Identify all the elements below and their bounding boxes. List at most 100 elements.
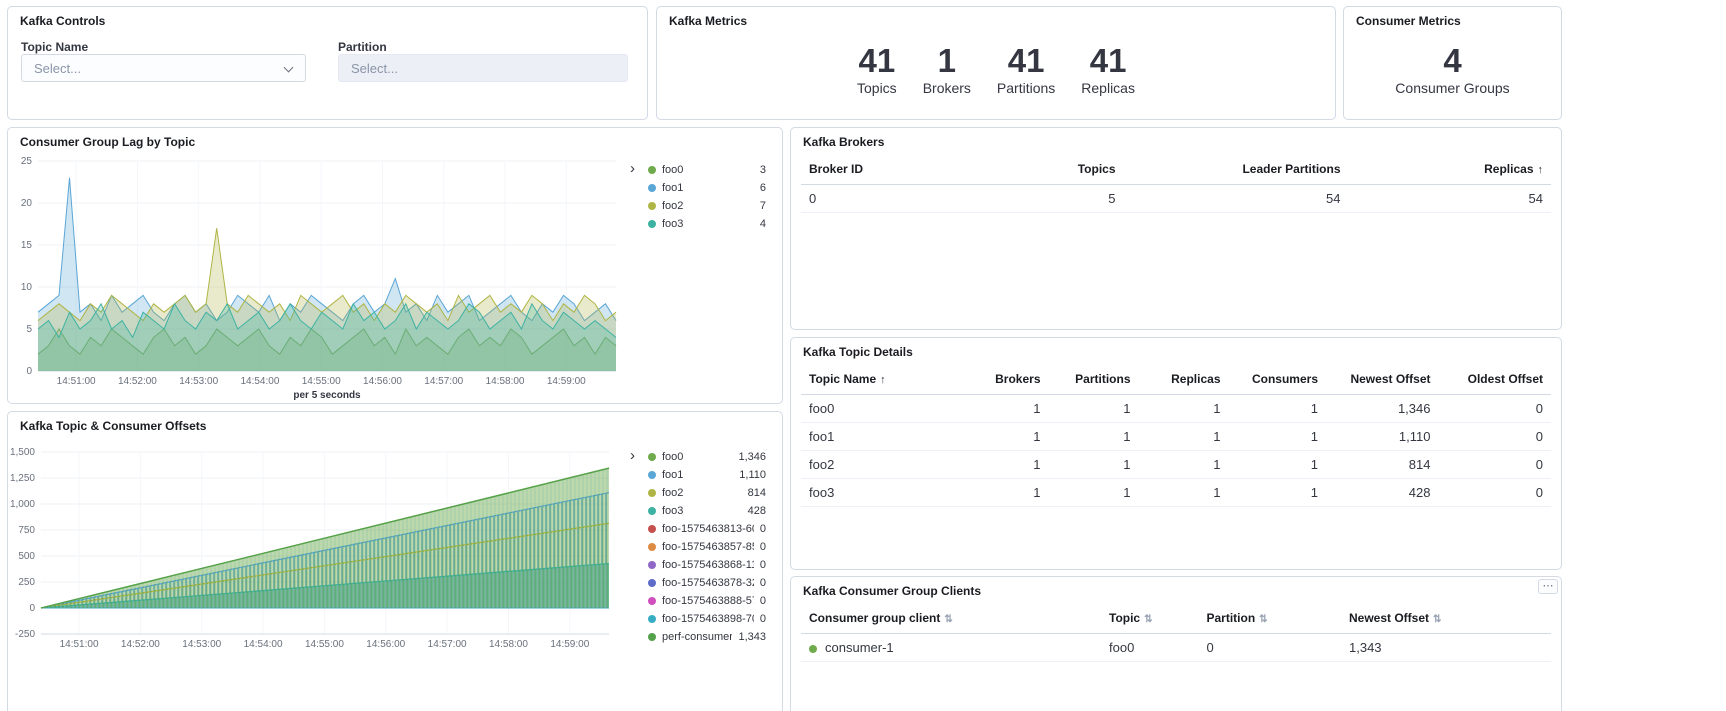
legend-item[interactable]: foo27 [648, 197, 766, 215]
table-cell: 1 [1139, 423, 1229, 451]
table-cell: foo1 [801, 423, 966, 451]
offsets-chart-panel: Kafka Topic & Consumer Offsets -25002505… [7, 411, 783, 711]
metric-item: 41Replicas [1081, 44, 1135, 97]
table-cell: foo3 [801, 479, 966, 507]
legend-series-value: 1,110 [739, 469, 766, 481]
legend-series-name: foo3 [662, 505, 742, 517]
topic-name-select[interactable]: Select... [21, 54, 306, 82]
lag-chart-canvas: 051015202514:51:0014:52:0014:53:0014:54:… [8, 128, 628, 404]
legend-series-value: 428 [748, 505, 766, 517]
legend-item[interactable]: foo-1575463857-85... 0 [648, 538, 766, 556]
column-header[interactable]: Consumer group client⇅ [801, 603, 1101, 634]
legend-series-value: 0 [760, 541, 766, 553]
legend-item[interactable]: foo34 [648, 215, 766, 233]
column-header[interactable]: Oldest Offset [1439, 364, 1552, 395]
y-tick-label: 0 [26, 366, 32, 377]
x-tick-label: 14:53:00 [182, 639, 221, 650]
legend-item[interactable]: foo-1575463888-57...0 [648, 592, 766, 610]
legend-item[interactable]: foo11,110 [648, 466, 766, 484]
consumer-metrics-panel: Consumer Metrics 4Consumer Groups [1343, 6, 1562, 120]
table-cell: 0 [1199, 634, 1342, 662]
partition-select[interactable]: Select... [338, 54, 628, 82]
column-header[interactable]: Newest Offset [1326, 364, 1439, 395]
legend-series-value: 4 [760, 218, 766, 230]
legend-series-name: perf-consumer-... [662, 631, 732, 643]
x-tick-label: 14:52:00 [121, 639, 160, 650]
x-tick-label: 14:54:00 [244, 639, 283, 650]
column-header[interactable]: Broker ID [801, 154, 1026, 185]
legend-item[interactable]: foo16 [648, 179, 766, 197]
kafka-metrics-panel: Kafka Metrics 41Topics1Brokers41Partitio… [656, 6, 1336, 120]
column-header-label: Topic [1109, 611, 1140, 625]
column-header-label: Replicas [1171, 372, 1220, 386]
table-row: 055454 [801, 185, 1551, 213]
column-header[interactable]: Newest Offset⇅ [1341, 603, 1551, 634]
topic-details-table: Topic Name ↑ BrokersPartitions Replicas Cons… [801, 364, 1551, 507]
table-cell: foo0 [801, 395, 966, 423]
column-header[interactable]: Topic Name ↑ [801, 364, 966, 395]
table-cell: 0 [1439, 479, 1552, 507]
column-header[interactable]: Topics [1026, 154, 1124, 185]
column-header[interactable]: Replicas↑ [1349, 154, 1552, 185]
table-cell: 1 [1139, 395, 1229, 423]
x-tick-label: 14:52:00 [118, 376, 157, 387]
legend-dot-icon [648, 561, 656, 569]
x-tick-label: 14:57:00 [424, 376, 463, 387]
legend-item[interactable]: foo-1575463868-116...0 [648, 556, 766, 574]
legend-item[interactable]: foo03 [648, 161, 766, 179]
legend-dot-icon [648, 507, 656, 515]
legend-dot-icon [648, 184, 656, 192]
column-header[interactable]: Leader Partitions [1124, 154, 1349, 185]
sort-icon: ⇅ [1433, 614, 1441, 625]
column-header[interactable]: Brokers [966, 364, 1049, 395]
legend-series-value: 1,346 [738, 451, 766, 463]
x-tick-label: 14:55:00 [305, 639, 344, 650]
legend-series-name: foo-1575463857-85... [662, 541, 754, 553]
legend-item[interactable]: foo-1575463898-70...0 [648, 610, 766, 628]
table-row: foo111111,1100 [801, 423, 1551, 451]
consumer-clients-table: Consumer group client⇅Topic⇅Partition⇅Ne… [801, 603, 1551, 662]
column-header[interactable]: Replicas [1139, 364, 1229, 395]
select-placeholder: Select... [34, 61, 81, 76]
column-header[interactable]: Partition⇅ [1199, 603, 1342, 634]
panel-options-button[interactable]: ⋯ [1538, 579, 1558, 594]
sort-icon: ⇅ [1259, 614, 1267, 625]
legend-item[interactable]: foo2814 [648, 484, 766, 502]
metric-value: 41 [857, 44, 897, 79]
column-header[interactable]: Partitions [1049, 364, 1139, 395]
x-tick-label: 14:51:00 [60, 639, 99, 650]
table-row: foo311114280 [801, 479, 1551, 507]
legend-dot-icon [648, 202, 656, 210]
sort-asc-icon: ↑ [880, 374, 886, 386]
kafka-metrics-group: 41Topics1Brokers41Partitions41Replicas [657, 21, 1335, 119]
offsets-chart-canvas: -25002505007501,0001,2501,50014:51:0014:… [8, 412, 628, 658]
column-header-label: Topic Name [809, 372, 876, 386]
kafka-brokers-panel: Kafka Brokers Broker IDTopicsLeader Part… [790, 127, 1562, 330]
legend-item[interactable]: foo3 428 [648, 502, 766, 520]
metric-value: 41 [1081, 44, 1135, 79]
legend-dot-icon [648, 453, 656, 461]
legend-item[interactable]: foo01,346 [648, 448, 766, 466]
partition-label: Partition [338, 40, 387, 54]
legend-expand-icon[interactable]: › [630, 162, 635, 176]
topic-details-table-wrap: Topic Name ↑ BrokersPartitions Replicas Cons… [801, 364, 1551, 507]
metric-value: 4 [1395, 44, 1509, 79]
table-cell: 54 [1124, 185, 1349, 213]
column-header[interactable]: Consumers [1229, 364, 1327, 395]
legend-series-name: foo-1575463878-32... [662, 577, 754, 589]
column-header[interactable]: Topic⇅ [1101, 603, 1199, 634]
legend-expand-icon[interactable]: › [630, 449, 635, 463]
table-cell: 0 [1439, 451, 1552, 479]
legend-dot-icon [648, 471, 656, 479]
legend-dot-icon [648, 615, 656, 623]
legend-item[interactable]: foo-1575463878-32...0 [648, 574, 766, 592]
panel-title: Kafka Brokers [803, 135, 884, 149]
y-tick-label: 15 [21, 240, 33, 251]
legend-item[interactable]: perf-consumer-...1,343 [648, 628, 766, 646]
legend-series-name: foo2 [662, 487, 742, 499]
x-tick-label: 14:58:00 [489, 639, 528, 650]
legend-dot-icon [648, 543, 656, 551]
table-cell: 54 [1349, 185, 1552, 213]
legend-item[interactable]: foo-1575463813-60...0 [648, 520, 766, 538]
sort-asc-icon: ↑ [1538, 164, 1544, 176]
